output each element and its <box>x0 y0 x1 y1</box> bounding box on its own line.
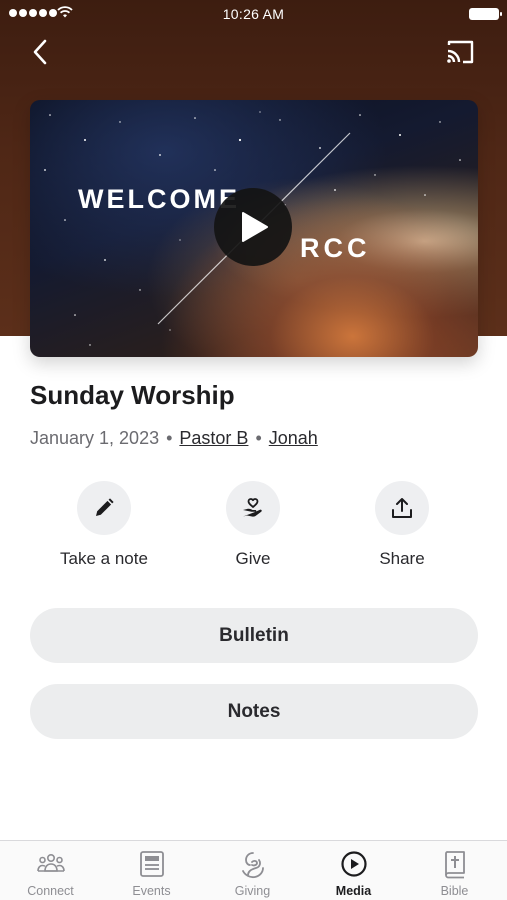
back-button[interactable] <box>26 36 58 68</box>
tab-bar: Connect Events Giving Media Bible <box>0 840 507 900</box>
take-note-button[interactable]: Take a note <box>29 481 179 569</box>
series-link[interactable]: Jonah <box>269 428 318 448</box>
hand-heart-icon <box>243 498 262 517</box>
take-note-circle[interactable] <box>77 481 131 535</box>
newspaper-icon <box>140 851 164 877</box>
giving-icon <box>242 852 264 879</box>
play-icon <box>242 212 268 242</box>
cast-icon <box>447 40 474 64</box>
speaker-link[interactable]: Pastor B <box>179 428 248 448</box>
tab-bible[interactable]: Bible <box>404 841 505 900</box>
video-player[interactable]: WELCOME RCC <box>30 100 478 357</box>
status-time: 10:26 AM <box>222 6 285 22</box>
give-circle[interactable] <box>226 481 280 535</box>
bulletin-button[interactable]: Bulletin <box>30 608 478 663</box>
give-label: Give <box>235 549 271 568</box>
status-bar: 10:26 AM <box>0 0 507 28</box>
share-button[interactable]: Share <box>327 481 477 569</box>
bible-icon <box>445 851 465 879</box>
take-note-label: Take a note <box>60 549 148 568</box>
tab-connect[interactable]: Connect <box>0 841 101 900</box>
sermon-title: Sunday Worship <box>30 380 235 410</box>
tab-bible-label: Bible <box>440 884 469 898</box>
tab-giving[interactable]: Giving <box>202 841 303 900</box>
tab-events-label: Events <box>132 884 171 898</box>
pencil-icon <box>96 498 114 516</box>
video-title-rcc: RCC <box>300 233 371 263</box>
play-button[interactable] <box>214 188 292 266</box>
people-icon <box>37 853 65 872</box>
tab-connect-label: Connect <box>27 884 74 898</box>
tab-giving-label: Giving <box>234 884 271 898</box>
share-icon <box>392 498 412 518</box>
tab-media[interactable]: Media <box>303 841 404 900</box>
sermon-meta: January 1, 2023 • Pastor B • Jonah <box>30 428 318 449</box>
share-label: Share <box>379 549 425 568</box>
play-circle-icon <box>341 851 367 877</box>
meta-separator: • <box>255 428 262 448</box>
tab-media-label: Media <box>335 884 372 898</box>
share-circle[interactable] <box>375 481 429 535</box>
chevron-left-icon <box>33 39 47 65</box>
video-title-welcome: WELCOME <box>78 184 240 214</box>
tab-events[interactable]: Events <box>101 841 202 900</box>
sermon-date: January 1, 2023 <box>30 428 160 448</box>
meta-separator: • <box>166 428 173 448</box>
notes-button[interactable]: Notes <box>30 684 478 739</box>
give-button[interactable]: Give <box>178 481 328 569</box>
battery-icon <box>469 8 502 20</box>
cast-button[interactable] <box>444 38 476 66</box>
